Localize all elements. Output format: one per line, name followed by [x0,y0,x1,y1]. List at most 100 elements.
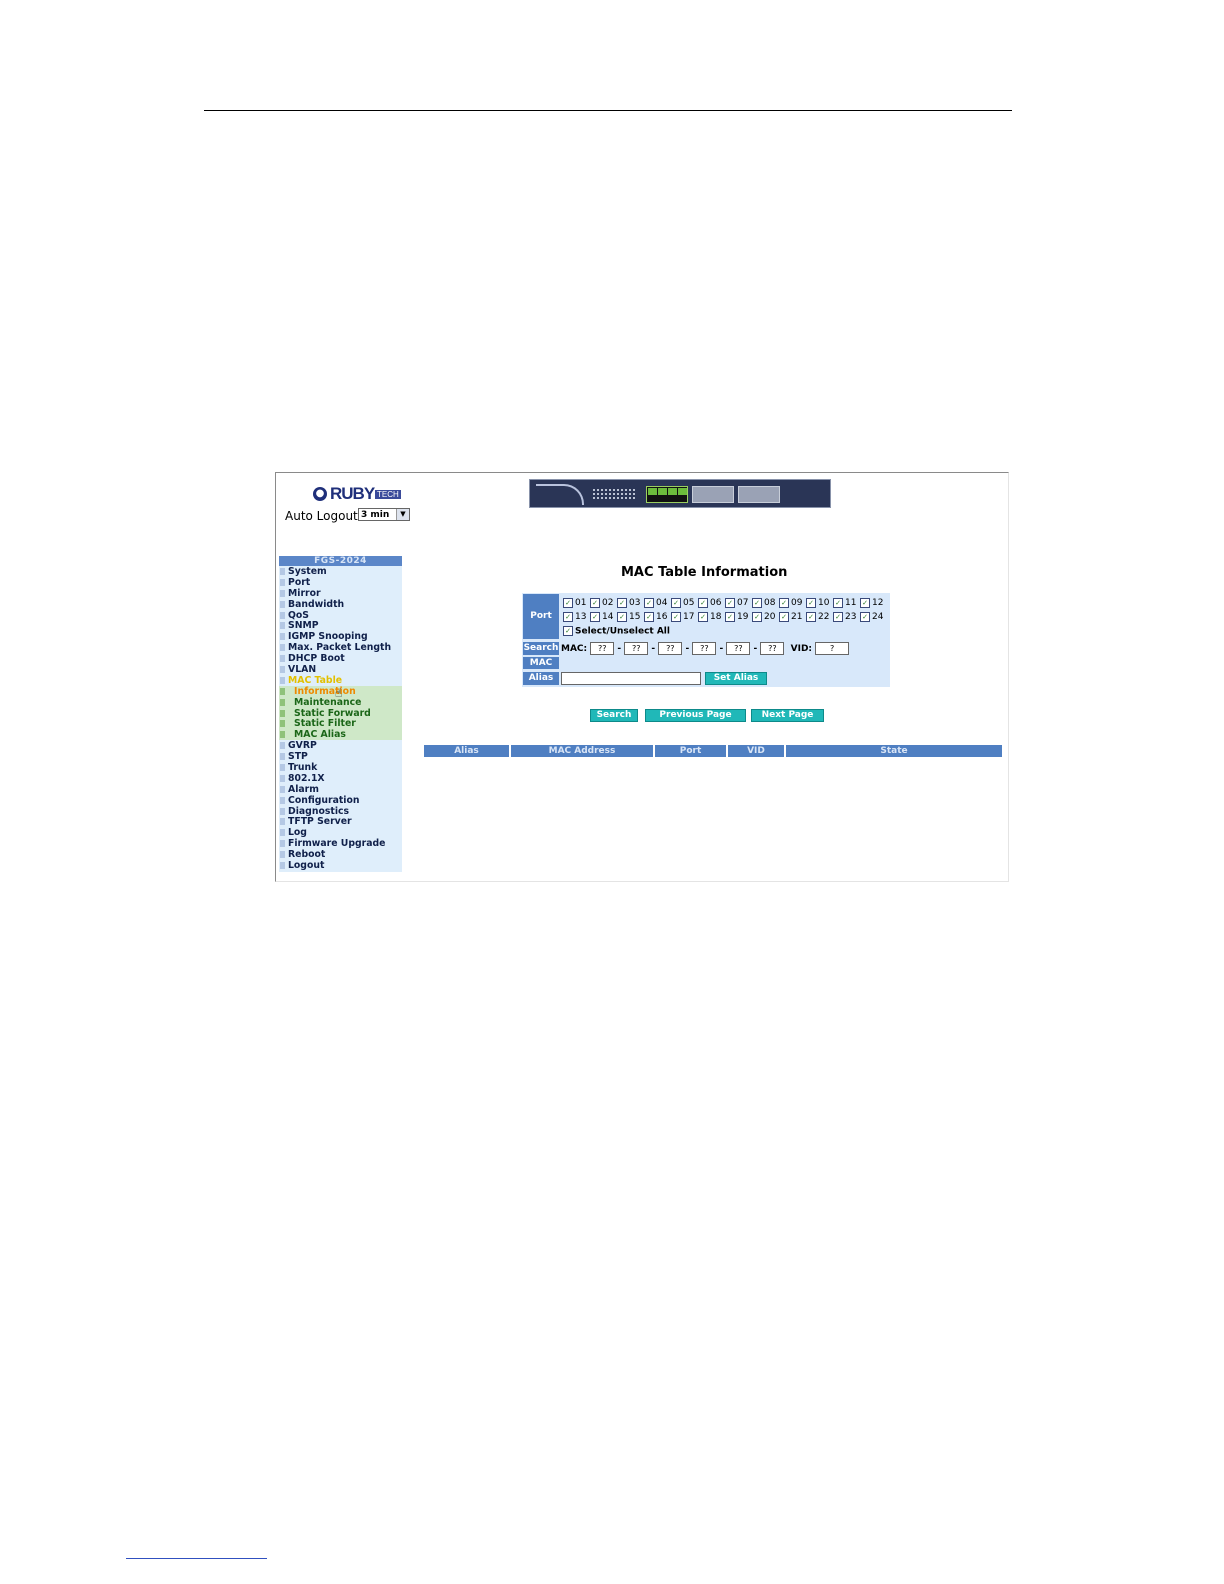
checkbox-checked-icon[interactable]: ✓ [563,626,573,636]
checkbox-checked-icon[interactable]: ✓ [752,611,762,622]
vid-input[interactable]: ? [815,642,850,655]
checkbox-checked-icon[interactable]: ✓ [698,611,708,622]
column-state: State [786,745,1002,757]
port-checkbox[interactable]: ✓ 23 [833,610,860,624]
sidebar-item-8021x[interactable]: 802.1X [279,773,402,784]
sidebar-item-max-packet-length[interactable]: Max. Packet Length [279,642,402,653]
sidebar-item-tftp-server[interactable]: TFTP Server [279,816,402,827]
port-checkbox[interactable]: ✓ 18 [698,610,725,624]
checkbox-checked-icon[interactable]: ✓ [806,611,816,622]
device-ports-group-1 [692,486,734,503]
port-checkbox[interactable]: ✓ 22 [806,610,833,624]
sidebar-item-stp[interactable]: STP [279,751,402,762]
checkbox-checked-icon[interactable]: ✓ [860,597,870,608]
search-button[interactable]: Search [590,709,638,722]
checkbox-checked-icon[interactable]: ✓ [833,611,843,622]
port-checkbox[interactable]: ✓ 21 [779,610,806,624]
port-checkbox[interactable]: ✓ 19 [725,610,752,624]
alias-input[interactable] [561,672,701,685]
sidebar-subitem-static-forward[interactable]: Static Forward [279,707,402,719]
sidebar-subitem-static-filter[interactable]: Static Filter [279,718,402,729]
checkbox-checked-icon[interactable]: ✓ [590,611,600,622]
port-checkbox[interactable]: ✓ 05 [671,596,698,610]
checkbox-checked-icon[interactable]: ✓ [860,611,870,622]
checkbox-checked-icon[interactable]: ✓ [644,611,654,622]
port-checkbox[interactable]: ✓ 24 [860,610,887,624]
mac-table-header: Alias MAC Address Port VID State [424,745,1002,757]
sidebar-item-qos[interactable]: QoS [279,610,402,621]
mac-octet-4-input[interactable]: ?? [692,642,717,655]
port-checkbox[interactable]: ✓ 12 [860,596,887,610]
sidebar-item-reboot[interactable]: Reboot [279,849,402,860]
checkbox-checked-icon[interactable]: ✓ [725,611,735,622]
port-checkbox[interactable]: ✓ 01 [563,596,590,610]
set-alias-button[interactable]: Set Alias [705,672,767,685]
sidebar-item-diagnostics[interactable]: Diagnostics [279,806,402,817]
port-checkbox[interactable]: ✓ 17 [671,610,698,624]
switch-device-image [529,479,831,508]
mac-octet-6-input[interactable]: ?? [760,642,785,655]
sidebar-item-port[interactable]: Port [279,577,402,588]
checkbox-checked-icon[interactable]: ✓ [671,611,681,622]
sidebar-subitem-mac-alias[interactable]: MAC Alias [279,729,402,740]
checkbox-checked-icon[interactable]: ✓ [725,597,735,608]
next-page-button[interactable]: Next Page [751,709,824,722]
checkbox-checked-icon[interactable]: ✓ [563,611,573,622]
sidebar-item-firmware-upgrade[interactable]: Firmware Upgrade [279,838,402,849]
device-leds [592,488,636,500]
chevron-down-icon[interactable]: ▼ [396,509,409,520]
port-checkbox[interactable]: ✓ 11 [833,596,860,610]
sidebar-item-bandwidth[interactable]: Bandwidth [279,599,402,610]
port-checkbox[interactable]: ✓ 04 [644,596,671,610]
sidebar-item-system[interactable]: System [279,566,402,577]
port-checkbox[interactable]: ✓ 03 [617,596,644,610]
port-checkbox[interactable]: ✓ 02 [590,596,617,610]
port-checkbox[interactable]: ✓ 06 [698,596,725,610]
checkbox-checked-icon[interactable]: ✓ [671,597,681,608]
sidebar-item-igmp-snooping[interactable]: IGMP Snooping [279,631,402,642]
sidebar-item-mac-table[interactable]: MAC Table [279,675,402,686]
sidebar-item-log[interactable]: Log [279,827,402,838]
checkbox-checked-icon[interactable]: ✓ [617,611,627,622]
checkbox-checked-icon[interactable]: ✓ [833,597,843,608]
auto-logout-select[interactable]: 3 min ▼ [358,508,410,521]
checkbox-checked-icon[interactable]: ✓ [644,597,654,608]
sidebar-item-logout[interactable]: Logout [279,860,402,871]
checkbox-checked-icon[interactable]: ✓ [806,597,816,608]
mac-octet-1-input[interactable]: ?? [590,642,615,655]
port-checkbox[interactable]: ✓ 16 [644,610,671,624]
sidebar-item-vlan[interactable]: VLAN [279,664,402,675]
port-checkbox[interactable]: ✓ 08 [752,596,779,610]
port-checkbox[interactable]: ✓ 20 [752,610,779,624]
sidebar-item-snmp[interactable]: SNMP [279,620,402,631]
port-checkbox[interactable]: ✓ 07 [725,596,752,610]
sidebar-item-gvrp[interactable]: GVRP [279,740,402,751]
sidebar-item-configuration[interactable]: Configuration [279,795,402,806]
checkbox-checked-icon[interactable]: ✓ [752,597,762,608]
checkbox-checked-icon[interactable]: ✓ [590,597,600,608]
select-all-checkbox[interactable]: ✓ Select/Unselect All [563,626,670,637]
port-checkbox[interactable]: ✓ 15 [617,610,644,624]
mac-octet-3-input[interactable]: ?? [658,642,683,655]
port-checkbox[interactable]: ✓ 10 [806,596,833,610]
mac-search-form: Port ✓ 01 ✓ 02 ✓ 03 ✓ 04 ✓ 05 ✓ 06 ✓ 07 ✓ 08 ✓ 09 ✓ 10 ✓ 11 ✓ 1… [522,593,890,687]
sidebar-item-dhcp-boot[interactable]: DHCP Boot [279,653,402,664]
checkbox-checked-icon[interactable]: ✓ [563,597,573,608]
port-checkbox[interactable]: ✓ 13 [563,610,590,624]
sidebar-item-trunk[interactable]: Trunk [279,762,402,773]
port-checkbox[interactable]: ✓ 09 [779,596,806,610]
port-row-2: ✓ 13 ✓ 14 ✓ 15 ✓ 16 ✓ 17 ✓ 18 ✓ 19 ✓ 20 ✓ 21 ✓ 22 ✓ 23 ✓ 24 [563,610,889,624]
sidebar-item-alarm[interactable]: Alarm [279,784,402,795]
checkbox-checked-icon[interactable]: ✓ [698,597,708,608]
port-checkbox[interactable]: ✓ 14 [590,610,617,624]
checkbox-checked-icon[interactable]: ✓ [779,597,789,608]
previous-page-button[interactable]: Previous Page [645,709,746,722]
alias-label: Alias [523,672,559,685]
mac-octet-2-input[interactable]: ?? [624,642,649,655]
mac-octet-5-input[interactable]: ?? [726,642,751,655]
vid-label: VID: [790,644,813,654]
device-ports-group-2 [738,486,780,503]
sidebar-item-mirror[interactable]: Mirror [279,588,402,599]
checkbox-checked-icon[interactable]: ✓ [617,597,627,608]
checkbox-checked-icon[interactable]: ✓ [779,611,789,622]
